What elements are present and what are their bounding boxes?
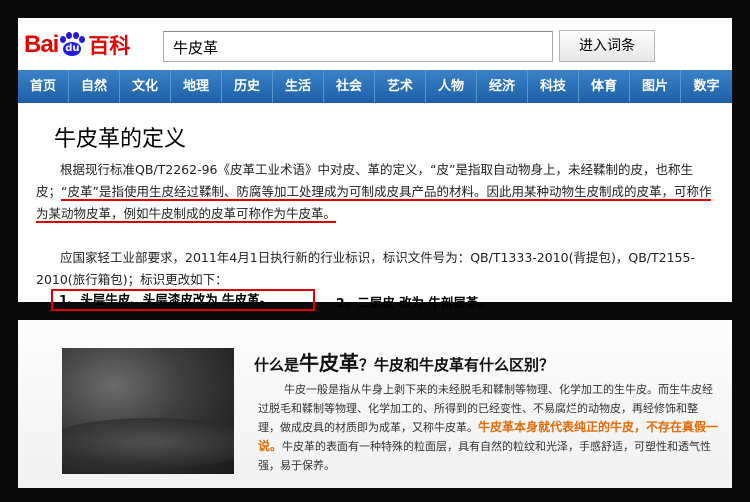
nav-item-home[interactable]: 首页 bbox=[18, 70, 69, 103]
enter-entry-button[interactable]: 进入词条 bbox=[559, 30, 655, 62]
nav-item-technology[interactable]: 科技 bbox=[528, 70, 579, 103]
article-content: 牛皮革的定义 根据现行标准QB/T2262-96《皮革工业术语》中对皮、革的定义… bbox=[18, 103, 732, 311]
nav-item-geography[interactable]: 地理 bbox=[171, 70, 222, 103]
promo-title-suffix: ？牛皮和牛皮革有什么区别？ bbox=[359, 356, 555, 374]
nav-item-pictures[interactable]: 图片 bbox=[630, 70, 681, 103]
promo-panel: 什么是牛皮革？牛皮和牛皮革有什么区别？ 牛皮一般是指从牛身上剥下来的未经脱毛和鞣… bbox=[18, 320, 732, 488]
nav-item-numbers[interactable]: 数字 bbox=[681, 70, 732, 103]
standard-text: 应国家轻工业部要求，2011年4月1日执行新的行业标识，标识文件号为：QB/T1… bbox=[36, 250, 695, 287]
rule-2: 2、二层皮 改为 牛剖层革。 bbox=[336, 295, 491, 310]
paw-icon: du bbox=[59, 32, 86, 58]
baidu-baike-logo[interactable]: Bai du 百科 bbox=[24, 30, 130, 60]
nav-item-culture[interactable]: 文化 bbox=[120, 70, 171, 103]
nav-item-history[interactable]: 历史 bbox=[222, 70, 273, 103]
category-nav: 首页 自然 文化 地理 历史 生活 社会 艺术 人物 经济 科技 体育 图片 数… bbox=[18, 70, 732, 103]
nav-item-sports[interactable]: 体育 bbox=[579, 70, 630, 103]
article-title: 牛皮革的定义 bbox=[54, 127, 187, 152]
header: Bai du 百科 牛皮革 进入词条 bbox=[18, 18, 732, 70]
nav-item-nature[interactable]: 自然 bbox=[69, 70, 120, 103]
boxed-rule-1: 1、头层牛皮、头层漆皮改为 牛皮革。 bbox=[51, 289, 315, 311]
definition-paragraph: 根据现行标准QB/T2262-96《皮革工业术语》中对皮、革的定义，“皮”是指取… bbox=[36, 159, 716, 225]
logo-text-du: du bbox=[65, 43, 80, 54]
nav-item-art[interactable]: 艺术 bbox=[375, 70, 426, 103]
baike-panel: Bai du 百科 牛皮革 进入词条 首页 自然 文化 地理 历史 生活 社会 … bbox=[18, 18, 732, 311]
underlined-definition: “皮革”是指使用生皮经过鞣制、防腐等加工处理成为可制成皮具产品的材料。因此用某种… bbox=[36, 184, 712, 223]
nav-item-people[interactable]: 人物 bbox=[426, 70, 477, 103]
logo-text-baike: 百科 bbox=[88, 34, 131, 58]
search-input[interactable]: 牛皮革 bbox=[163, 31, 553, 62]
leather-image bbox=[62, 348, 234, 474]
nav-item-life[interactable]: 生活 bbox=[273, 70, 324, 103]
promo-title: 什么是牛皮革？牛皮和牛皮革有什么区别？ bbox=[254, 347, 554, 376]
promo-text-b: 牛皮革的表面有一种特殊的粒面层，具有自然的粒纹和光泽，手感舒适，可塑性和透气性强… bbox=[258, 440, 712, 472]
nav-item-society[interactable]: 社会 bbox=[324, 70, 375, 103]
promo-title-prefix: 什么是 bbox=[254, 356, 300, 374]
standard-paragraph: 应国家轻工业部要求，2011年4月1日执行新的行业标识，标识文件号为：QB/T1… bbox=[36, 247, 716, 291]
promo-title-big: 牛皮革 bbox=[299, 351, 360, 375]
nav-item-economy[interactable]: 经济 bbox=[477, 70, 528, 103]
promo-text: 牛皮一般是指从牛身上剥下来的未经脱毛和鞣制等物理、化学加工的生牛皮。而生牛皮经过… bbox=[258, 380, 718, 475]
logo-text-bai: Bai bbox=[24, 31, 59, 58]
